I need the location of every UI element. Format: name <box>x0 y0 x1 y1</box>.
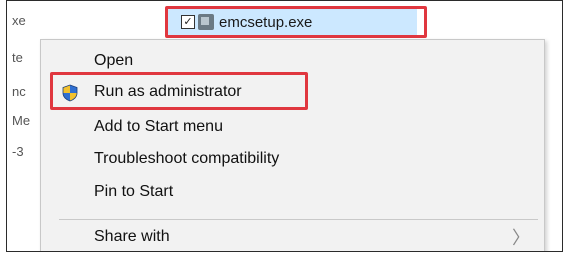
list-item[interactable]: xe <box>12 13 26 28</box>
list-item[interactable]: te <box>12 50 23 65</box>
screenshot-frame: xe te nc Me -3 ✓ emcsetup.exe Open Run a… <box>6 0 563 252</box>
context-menu: Open Run as administrator Add to Start m… <box>40 39 545 251</box>
menu-item-label: Add to Start menu <box>94 118 223 135</box>
list-item[interactable]: Me <box>12 113 30 128</box>
highlight-box-run-as-administrator <box>50 72 308 110</box>
list-item[interactable]: nc <box>12 84 26 99</box>
menu-item-label: Share with <box>94 228 170 245</box>
highlight-box-file <box>165 6 427 38</box>
list-item[interactable]: -3 <box>12 144 24 159</box>
menu-item-label: Open <box>94 52 134 69</box>
menu-item-label: Troubleshoot compatibility <box>94 150 280 167</box>
menu-item-troubleshoot-compatibility[interactable]: Troubleshoot compatibility <box>41 144 544 174</box>
menu-item-label: Pin to Start <box>94 183 174 200</box>
menu-separator <box>59 219 538 220</box>
menu-item-add-to-start-menu[interactable]: Add to Start menu <box>41 112 544 142</box>
chevron-right-icon: 〉 <box>512 228 530 249</box>
menu-item-pin-to-start[interactable]: Pin to Start <box>41 177 544 207</box>
menu-item-share-with[interactable]: Share with 〉 <box>41 222 544 251</box>
